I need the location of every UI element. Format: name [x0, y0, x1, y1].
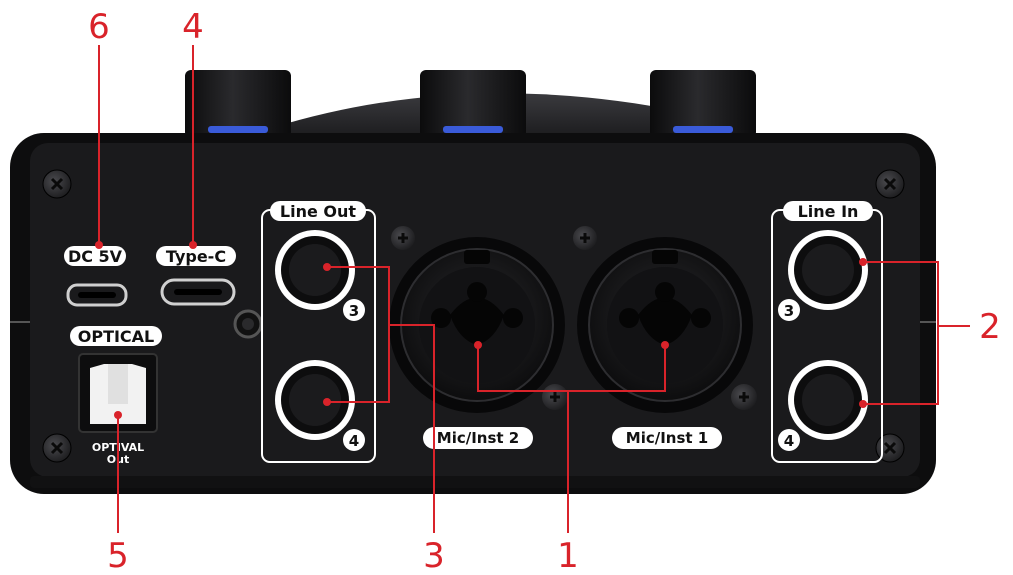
line-in-port-3-number: 3: [784, 302, 794, 320]
screw-icon: [573, 226, 597, 250]
callout-2: 2: [979, 307, 1001, 347]
knob-right: [650, 70, 756, 138]
screw-icon: [542, 384, 568, 410]
line-in-port-4-number: 4: [784, 432, 794, 450]
screw-icon: [731, 384, 757, 410]
knob-left: [185, 70, 291, 138]
callout-1: 1: [557, 536, 579, 575]
chassis-bottom-edge: [30, 476, 920, 488]
callout-5: 5: [107, 536, 129, 575]
optical-label: OPTICAL: [78, 327, 155, 346]
audio-interface-rear-diagram: DC 5V Type-C OPTICAL OPTIVAL Out Line Ou…: [10, 7, 1001, 575]
ground-screw-icon: [233, 309, 263, 339]
line-out-label: Line Out: [280, 202, 356, 221]
top-section: [185, 70, 756, 140]
callout-3: 3: [423, 536, 445, 575]
mic-inst-2-label: Mic/Inst 2: [437, 429, 519, 447]
screw-icon: [42, 169, 72, 199]
mic-inst-1-label: Mic/Inst 1: [626, 429, 708, 447]
line-out-port-4-number: 4: [349, 432, 359, 450]
callout-4: 4: [182, 7, 204, 47]
screw-icon: [875, 169, 905, 199]
screw-icon: [391, 226, 415, 250]
screw-icon: [42, 433, 72, 463]
dc-5v-label: DC 5V: [68, 247, 123, 266]
callout-6: 6: [88, 7, 110, 47]
type-c-label: Type-C: [166, 247, 226, 266]
knob-center: [420, 70, 526, 138]
line-in-label: Line In: [798, 202, 859, 221]
line-out-port-3-number: 3: [349, 302, 359, 320]
